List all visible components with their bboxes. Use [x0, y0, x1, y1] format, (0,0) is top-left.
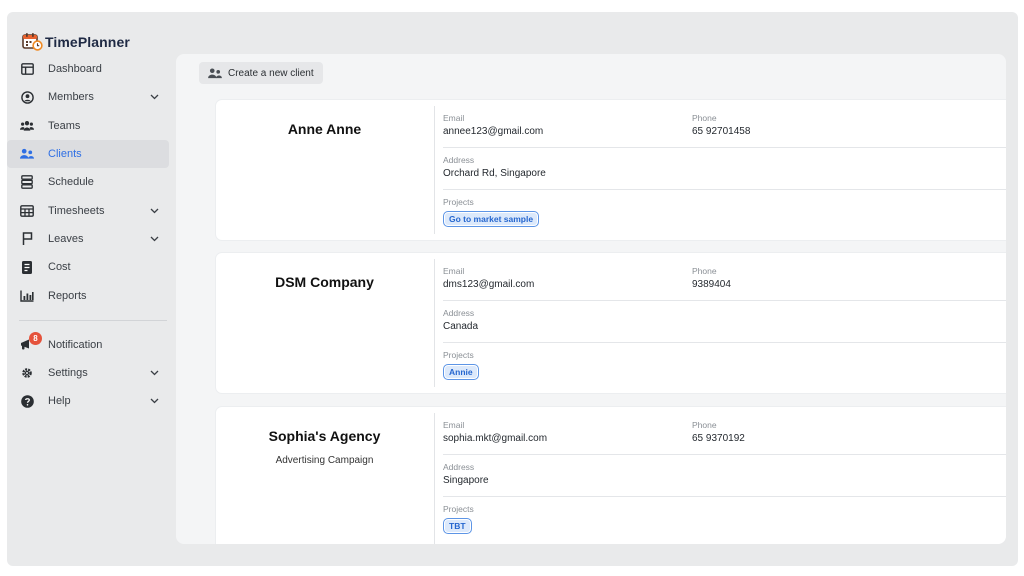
sidebar-item-notification[interactable]: 8 Notification	[7, 331, 169, 359]
client-name: Anne Anne	[287, 121, 362, 137]
members-icon	[20, 90, 34, 104]
clients-icon	[20, 147, 34, 161]
projects-label: Projects	[443, 197, 474, 207]
chevron-down-icon[interactable]	[149, 368, 159, 378]
project-tag[interactable]: TBT	[443, 518, 472, 534]
client-email: sophia.mkt@gmail.com	[443, 433, 548, 444]
project-tag[interactable]: Go to market sample	[443, 211, 540, 227]
projects-label: Projects	[443, 350, 474, 360]
sidebar-item-label: Members	[48, 91, 94, 104]
app-window: TimePlanner Dashboard Members Teams Clie…	[7, 12, 1018, 566]
gear-icon	[20, 366, 34, 380]
clients-panel: Create a new client Anne Anne Email anne…	[176, 54, 1006, 544]
client-phone: 65 92701458	[692, 126, 751, 137]
email-label: Email	[443, 266, 465, 276]
chevron-down-icon[interactable]	[149, 234, 159, 244]
client-subtitle: Advertising Campaign	[275, 455, 374, 466]
client-card[interactable]: Sophia's Agency Advertising Campaign Ema…	[216, 407, 1006, 544]
sidebar-item-label: Reports	[48, 289, 87, 302]
address-label: Address	[443, 462, 475, 472]
sidebar-item-label: Settings	[48, 367, 88, 380]
sidebar-item-label: Help	[48, 395, 71, 408]
sidebar-item-dashboard[interactable]: Dashboard	[7, 55, 169, 83]
create-client-button[interactable]: Create a new client	[199, 62, 323, 84]
app-name: TimePlanner	[45, 34, 130, 50]
sidebar: Dashboard Members Teams Clients Schedule…	[7, 55, 175, 416]
client-address: Orchard Rd, Singapore	[443, 168, 546, 179]
sidebar-item-label: Leaves	[48, 232, 84, 245]
dashboard-icon	[20, 62, 34, 76]
chevron-down-icon[interactable]	[149, 92, 159, 102]
client-phone: 65 9370192	[692, 433, 745, 444]
schedule-icon	[20, 175, 34, 190]
reports-icon	[20, 289, 34, 303]
sidebar-item-label: Clients	[48, 148, 82, 161]
sidebar-item-timesheets[interactable]: Timesheets	[7, 196, 169, 224]
client-address: Canada	[443, 321, 479, 332]
sidebar-divider	[19, 319, 167, 321]
phone-label: Phone	[692, 113, 717, 123]
email-label: Email	[443, 420, 465, 430]
sidebar-item-label: Dashboard	[48, 63, 102, 76]
flag-icon	[20, 232, 34, 246]
sidebar-item-reports[interactable]: Reports	[7, 281, 169, 309]
projects-label: Projects	[443, 504, 474, 514]
client-email: dms123@gmail.com	[443, 279, 535, 290]
sidebar-item-cost[interactable]: Cost	[7, 253, 169, 281]
phone-label: Phone	[692, 266, 717, 276]
email-label: Email	[443, 113, 465, 123]
sidebar-item-members[interactable]: Members	[7, 83, 169, 111]
notification-badge: 8	[29, 331, 42, 345]
sidebar-item-help[interactable]: Help	[7, 387, 169, 415]
client-card[interactable]: Anne Anne Email annee123@gmail.com Phone…	[216, 100, 1006, 240]
client-address: Singapore	[443, 475, 489, 486]
project-tag[interactable]: Annie	[443, 364, 479, 380]
sidebar-item-label: Timesheets	[48, 204, 105, 217]
sidebar-item-settings[interactable]: Settings	[7, 359, 169, 387]
sidebar-item-label: Schedule	[48, 176, 94, 189]
help-icon	[20, 394, 34, 408]
address-label: Address	[443, 155, 475, 165]
sidebar-item-schedule[interactable]: Schedule	[7, 168, 169, 196]
teams-icon	[20, 119, 34, 133]
sidebar-item-label: Notification	[48, 338, 103, 351]
phone-label: Phone	[692, 420, 717, 430]
address-label: Address	[443, 308, 475, 318]
client-card[interactable]: DSM Company Email dms123@gmail.com Phone…	[216, 253, 1006, 393]
sidebar-item-label: Teams	[48, 119, 81, 132]
client-name: Sophia's Agency	[268, 428, 381, 444]
client-email: annee123@gmail.com	[443, 126, 544, 137]
client-phone: 9389404	[692, 279, 731, 290]
chevron-down-icon[interactable]	[149, 206, 159, 216]
sidebar-item-leaves[interactable]: Leaves	[7, 225, 169, 253]
client-name: DSM Company	[275, 274, 374, 290]
sidebar-item-label: Cost	[48, 261, 71, 274]
app-logo[interactable]: TimePlanner	[22, 32, 130, 52]
chevron-down-icon[interactable]	[149, 396, 159, 406]
clients-icon	[208, 67, 222, 78]
create-client-label: Create a new client	[228, 67, 314, 79]
calendar-clock-icon	[22, 32, 44, 52]
sidebar-item-teams[interactable]: Teams	[7, 112, 169, 140]
cost-icon	[20, 260, 34, 274]
sidebar-item-clients[interactable]: Clients	[7, 139, 169, 169]
timesheets-icon	[20, 204, 34, 218]
